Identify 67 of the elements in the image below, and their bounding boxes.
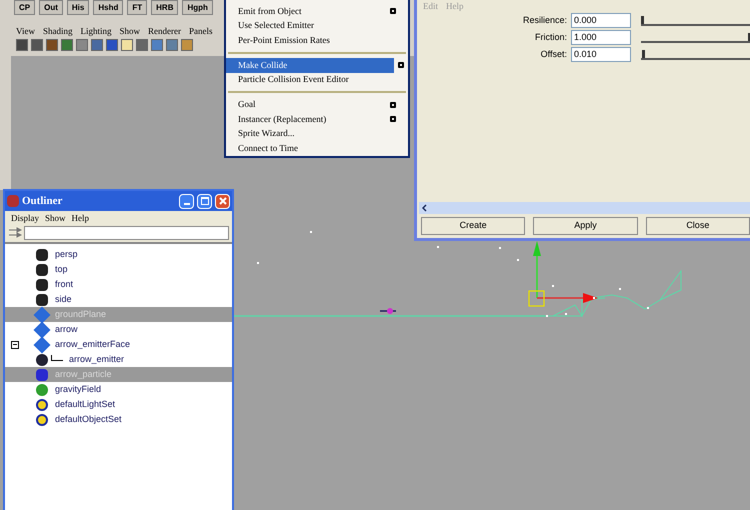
menu-item[interactable]: Lighting bbox=[80, 25, 112, 38]
shelf-button[interactable]: HRB bbox=[151, 0, 178, 15]
maximize-button[interactable] bbox=[197, 194, 212, 208]
filter-field[interactable] bbox=[24, 226, 229, 240]
menu-item[interactable]: View bbox=[16, 25, 35, 38]
outliner-item[interactable]: defaultLightSet bbox=[5, 397, 232, 412]
slider-thumb[interactable] bbox=[641, 16, 644, 24]
shelf-button[interactable]: Out bbox=[39, 0, 63, 15]
filter-icon[interactable] bbox=[8, 227, 22, 239]
app-icon bbox=[7, 195, 19, 207]
close-button[interactable] bbox=[215, 194, 230, 208]
dialog-button[interactable]: Create bbox=[421, 217, 526, 235]
menu-item[interactable]: Connect to Time bbox=[226, 141, 408, 156]
outliner-item[interactable]: defaultObjectSet bbox=[5, 412, 232, 427]
outliner-item[interactable]: top bbox=[5, 262, 232, 277]
shelf-button[interactable]: His bbox=[66, 0, 90, 15]
outliner-item[interactable]: arrow bbox=[5, 322, 232, 337]
menu-item[interactable]: Show bbox=[45, 212, 66, 226]
menu-item[interactable]: Per-Point Emission Rates bbox=[226, 33, 408, 48]
slider-thumb[interactable] bbox=[642, 50, 646, 58]
outliner-item[interactable]: side bbox=[5, 292, 232, 307]
option-box-icon[interactable] bbox=[390, 116, 396, 122]
option-box-icon[interactable] bbox=[390, 8, 396, 14]
menu-item[interactable]: Help bbox=[72, 212, 90, 226]
window-title: Outliner bbox=[22, 194, 64, 209]
slider-track[interactable] bbox=[641, 16, 750, 26]
move-manipulator-drawing bbox=[528, 241, 598, 307]
menu-item[interactable]: Emit from Object bbox=[226, 4, 408, 19]
shelf-button[interactable]: Hshd bbox=[93, 0, 124, 15]
menu-item[interactable]: Panels bbox=[188, 25, 212, 38]
collapse-icon[interactable] bbox=[11, 340, 19, 348]
horizontal-scrollbar[interactable] bbox=[419, 202, 750, 214]
number-field[interactable]: 0.000 bbox=[571, 13, 631, 28]
menu-item[interactable]: Instancer (Replacement) bbox=[226, 112, 408, 127]
menu-item[interactable]: Shading bbox=[42, 25, 72, 38]
scroll-left-icon[interactable] bbox=[422, 204, 427, 212]
menu-item[interactable]: Particle Collision Event Editor bbox=[226, 72, 408, 88]
menu-item[interactable]: Use Selected Emitter bbox=[226, 18, 408, 34]
emitter-drawing bbox=[380, 308, 396, 314]
dialog-button[interactable]: Apply bbox=[533, 217, 638, 235]
toolbar-icon[interactable] bbox=[121, 39, 133, 51]
menu-item[interactable]: Show bbox=[119, 25, 140, 38]
outliner-item[interactable]: persp bbox=[5, 247, 232, 262]
field-label: Friction: bbox=[534, 30, 567, 44]
menu-item[interactable]: Renderer bbox=[148, 25, 181, 38]
outliner-item[interactable]: arrow_emitter bbox=[5, 352, 232, 367]
close-icon bbox=[218, 197, 226, 205]
dialog-button[interactable]: Close bbox=[646, 217, 750, 235]
number-field[interactable]: 1.000 bbox=[571, 30, 631, 45]
shelf-button[interactable]: FT bbox=[127, 0, 148, 15]
shelf-button[interactable]: CP bbox=[14, 0, 36, 15]
menu-item[interactable]: Sprite Wizard... bbox=[226, 126, 408, 142]
minimize-button[interactable] bbox=[179, 194, 194, 208]
minimize-icon bbox=[184, 202, 190, 204]
menu-item[interactable]: Display bbox=[11, 212, 39, 226]
option-box-icon[interactable] bbox=[390, 102, 396, 108]
outliner-item[interactable]: gravityField bbox=[5, 382, 232, 397]
number-field[interactable]: 0.010 bbox=[571, 47, 631, 62]
outliner-item[interactable]: arrow_emitterFace bbox=[5, 337, 232, 352]
shelf-button[interactable]: Hgph bbox=[182, 0, 213, 15]
outliner-item[interactable]: front bbox=[5, 277, 232, 292]
menu-item[interactable]: Goal bbox=[226, 97, 408, 112]
maximize-icon bbox=[200, 197, 208, 205]
field-label: Resilience: bbox=[522, 14, 567, 27]
option-box-icon[interactable] bbox=[398, 62, 404, 68]
slider-track[interactable] bbox=[641, 50, 750, 60]
field-label: Offset: bbox=[540, 48, 567, 61]
